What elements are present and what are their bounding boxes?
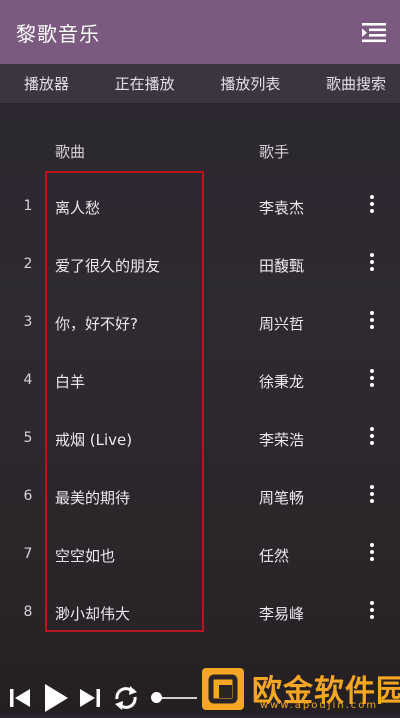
artist-name: 任然 [259, 547, 290, 565]
row-number: 7 [23, 546, 33, 562]
row-number: 1 [23, 198, 33, 214]
song-title: 你，好不好? [55, 315, 138, 333]
more-options-icon[interactable] [362, 250, 382, 278]
repeat-icon[interactable] [112, 684, 140, 712]
artist-name: 李易峰 [259, 605, 305, 623]
tab-now-playing[interactable]: 正在播放 [115, 73, 175, 94]
artist-column-header: 歌手 [259, 143, 290, 161]
more-options-icon[interactable] [362, 308, 382, 336]
artist-name: 徐秉龙 [259, 373, 305, 391]
watermark-url: www.apoujin.com [260, 700, 379, 711]
list-menu-icon[interactable] [362, 22, 386, 44]
song-column-header: 歌曲 [55, 143, 86, 161]
artist-name: 周笔畅 [259, 489, 305, 507]
table-row[interactable]: 4 白羊 徐秉龙 [0, 352, 400, 410]
app-title: 黎歌音乐 [16, 21, 100, 46]
watermark: 欧金软件园 www.apoujin.com [196, 662, 400, 714]
watermark-logo-icon [202, 668, 244, 710]
table-row[interactable]: 8 渺小却伟大 李易峰 [0, 584, 400, 642]
progress-knob[interactable] [151, 692, 162, 703]
more-options-icon[interactable] [362, 540, 382, 568]
next-icon[interactable] [78, 686, 102, 710]
more-options-icon[interactable] [362, 482, 382, 510]
table-header: 歌曲 歌手 [0, 130, 400, 170]
song-list: 1 离人愁 李袁杰 2 爱了很久的朋友 田馥甄 3 你，好不好? 周兴哲 4 白… [0, 178, 400, 642]
song-title: 渺小却伟大 [55, 605, 131, 623]
table-row[interactable]: 6 最美的期待 周笔畅 [0, 468, 400, 526]
row-number: 3 [23, 314, 33, 330]
song-title: 爱了很久的朋友 [55, 257, 161, 275]
artist-name: 田馥甄 [259, 257, 305, 275]
song-title: 离人愁 [55, 199, 101, 217]
row-number: 8 [23, 604, 33, 620]
more-options-icon[interactable] [362, 424, 382, 452]
table-row[interactable]: 5 戒烟 (Live) 李荣浩 [0, 410, 400, 468]
row-number: 5 [23, 430, 33, 446]
row-number: 4 [23, 372, 33, 388]
table-row[interactable]: 7 空空如也 任然 [0, 526, 400, 584]
table-row[interactable]: 1 离人愁 李袁杰 [0, 178, 400, 236]
tab-song-search[interactable]: 歌曲搜索 [326, 73, 386, 94]
more-options-icon[interactable] [362, 192, 382, 220]
table-row[interactable]: 2 爱了很久的朋友 田馥甄 [0, 236, 400, 294]
tab-player[interactable]: 播放器 [24, 73, 69, 94]
row-number: 6 [23, 488, 33, 504]
song-title: 白羊 [55, 373, 86, 391]
row-number: 2 [23, 256, 33, 272]
tab-bar: 播放器 正在播放 播放列表 歌曲搜索 [0, 64, 400, 104]
play-icon[interactable] [42, 682, 70, 714]
artist-name: 周兴哲 [259, 315, 305, 333]
song-title: 空空如也 [55, 547, 116, 565]
artist-name: 李袁杰 [259, 199, 305, 217]
previous-icon[interactable] [8, 686, 32, 710]
song-title: 最美的期待 [55, 489, 131, 507]
table-row[interactable]: 3 你，好不好? 周兴哲 [0, 294, 400, 352]
more-options-icon[interactable] [362, 598, 382, 626]
song-title: 戒烟 (Live) [55, 431, 133, 449]
title-bar: 黎歌音乐 [0, 0, 400, 64]
artist-name: 李荣浩 [259, 431, 305, 449]
more-options-icon[interactable] [362, 366, 382, 394]
progress-track[interactable] [157, 697, 197, 699]
tab-playlist[interactable]: 播放列表 [220, 73, 280, 94]
